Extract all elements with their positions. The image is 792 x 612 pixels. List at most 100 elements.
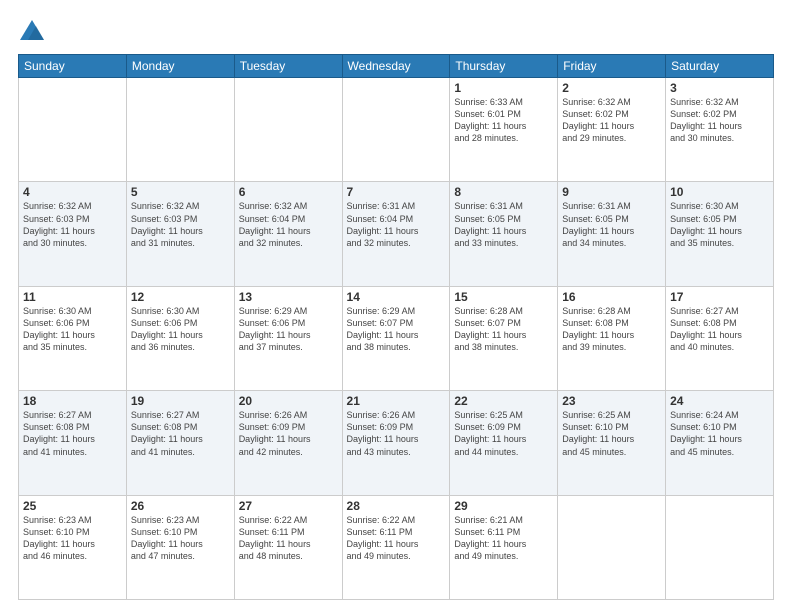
calendar-cell: 15Sunrise: 6:28 AM Sunset: 6:07 PM Dayli… (450, 286, 558, 390)
calendar-cell (126, 78, 234, 182)
calendar-cell (342, 78, 450, 182)
day-info: Sunrise: 6:31 AM Sunset: 6:05 PM Dayligh… (454, 200, 553, 249)
day-info: Sunrise: 6:32 AM Sunset: 6:04 PM Dayligh… (239, 200, 338, 249)
day-info: Sunrise: 6:27 AM Sunset: 6:08 PM Dayligh… (23, 409, 122, 458)
day-info: Sunrise: 6:32 AM Sunset: 6:02 PM Dayligh… (670, 96, 769, 145)
logo-icon (18, 18, 46, 46)
day-number: 8 (454, 185, 553, 199)
day-number: 17 (670, 290, 769, 304)
day-number: 23 (562, 394, 661, 408)
day-number: 21 (347, 394, 446, 408)
calendar-cell: 28Sunrise: 6:22 AM Sunset: 6:11 PM Dayli… (342, 495, 450, 599)
calendar-cell: 6Sunrise: 6:32 AM Sunset: 6:04 PM Daylig… (234, 182, 342, 286)
calendar-cell: 29Sunrise: 6:21 AM Sunset: 6:11 PM Dayli… (450, 495, 558, 599)
calendar-cell: 18Sunrise: 6:27 AM Sunset: 6:08 PM Dayli… (19, 391, 127, 495)
day-info: Sunrise: 6:28 AM Sunset: 6:08 PM Dayligh… (562, 305, 661, 354)
day-info: Sunrise: 6:28 AM Sunset: 6:07 PM Dayligh… (454, 305, 553, 354)
day-number: 9 (562, 185, 661, 199)
day-number: 12 (131, 290, 230, 304)
calendar-cell: 7Sunrise: 6:31 AM Sunset: 6:04 PM Daylig… (342, 182, 450, 286)
day-number: 6 (239, 185, 338, 199)
calendar-cell: 3Sunrise: 6:32 AM Sunset: 6:02 PM Daylig… (666, 78, 774, 182)
day-number: 20 (239, 394, 338, 408)
header (18, 18, 774, 46)
calendar-cell: 13Sunrise: 6:29 AM Sunset: 6:06 PM Dayli… (234, 286, 342, 390)
day-info: Sunrise: 6:26 AM Sunset: 6:09 PM Dayligh… (347, 409, 446, 458)
day-info: Sunrise: 6:30 AM Sunset: 6:05 PM Dayligh… (670, 200, 769, 249)
calendar-cell: 14Sunrise: 6:29 AM Sunset: 6:07 PM Dayli… (342, 286, 450, 390)
day-info: Sunrise: 6:30 AM Sunset: 6:06 PM Dayligh… (131, 305, 230, 354)
day-number: 4 (23, 185, 122, 199)
calendar-week-row: 1Sunrise: 6:33 AM Sunset: 6:01 PM Daylig… (19, 78, 774, 182)
calendar-cell: 10Sunrise: 6:30 AM Sunset: 6:05 PM Dayli… (666, 182, 774, 286)
day-number: 26 (131, 499, 230, 513)
calendar-cell: 16Sunrise: 6:28 AM Sunset: 6:08 PM Dayli… (558, 286, 666, 390)
calendar-cell: 27Sunrise: 6:22 AM Sunset: 6:11 PM Dayli… (234, 495, 342, 599)
day-number: 24 (670, 394, 769, 408)
day-info: Sunrise: 6:32 AM Sunset: 6:02 PM Dayligh… (562, 96, 661, 145)
header-row: SundayMondayTuesdayWednesdayThursdayFrid… (19, 55, 774, 78)
day-info: Sunrise: 6:32 AM Sunset: 6:03 PM Dayligh… (23, 200, 122, 249)
day-number: 27 (239, 499, 338, 513)
day-info: Sunrise: 6:29 AM Sunset: 6:06 PM Dayligh… (239, 305, 338, 354)
weekday-header: Saturday (666, 55, 774, 78)
page: SundayMondayTuesdayWednesdayThursdayFrid… (0, 0, 792, 612)
calendar-cell (558, 495, 666, 599)
weekday-header: Tuesday (234, 55, 342, 78)
calendar-cell (234, 78, 342, 182)
calendar-cell (666, 495, 774, 599)
day-info: Sunrise: 6:23 AM Sunset: 6:10 PM Dayligh… (131, 514, 230, 563)
day-number: 29 (454, 499, 553, 513)
day-number: 7 (347, 185, 446, 199)
day-info: Sunrise: 6:29 AM Sunset: 6:07 PM Dayligh… (347, 305, 446, 354)
day-number: 2 (562, 81, 661, 95)
calendar-cell: 20Sunrise: 6:26 AM Sunset: 6:09 PM Dayli… (234, 391, 342, 495)
calendar-cell: 1Sunrise: 6:33 AM Sunset: 6:01 PM Daylig… (450, 78, 558, 182)
calendar-week-row: 25Sunrise: 6:23 AM Sunset: 6:10 PM Dayli… (19, 495, 774, 599)
day-info: Sunrise: 6:32 AM Sunset: 6:03 PM Dayligh… (131, 200, 230, 249)
day-number: 28 (347, 499, 446, 513)
calendar-cell: 17Sunrise: 6:27 AM Sunset: 6:08 PM Dayli… (666, 286, 774, 390)
day-info: Sunrise: 6:25 AM Sunset: 6:09 PM Dayligh… (454, 409, 553, 458)
day-info: Sunrise: 6:27 AM Sunset: 6:08 PM Dayligh… (670, 305, 769, 354)
day-info: Sunrise: 6:27 AM Sunset: 6:08 PM Dayligh… (131, 409, 230, 458)
weekday-header: Wednesday (342, 55, 450, 78)
calendar-cell: 4Sunrise: 6:32 AM Sunset: 6:03 PM Daylig… (19, 182, 127, 286)
day-info: Sunrise: 6:21 AM Sunset: 6:11 PM Dayligh… (454, 514, 553, 563)
day-info: Sunrise: 6:26 AM Sunset: 6:09 PM Dayligh… (239, 409, 338, 458)
calendar-cell: 26Sunrise: 6:23 AM Sunset: 6:10 PM Dayli… (126, 495, 234, 599)
day-number: 10 (670, 185, 769, 199)
day-number: 11 (23, 290, 122, 304)
day-number: 22 (454, 394, 553, 408)
day-info: Sunrise: 6:22 AM Sunset: 6:11 PM Dayligh… (347, 514, 446, 563)
calendar-week-row: 11Sunrise: 6:30 AM Sunset: 6:06 PM Dayli… (19, 286, 774, 390)
day-number: 16 (562, 290, 661, 304)
day-info: Sunrise: 6:30 AM Sunset: 6:06 PM Dayligh… (23, 305, 122, 354)
day-number: 15 (454, 290, 553, 304)
calendar-cell: 24Sunrise: 6:24 AM Sunset: 6:10 PM Dayli… (666, 391, 774, 495)
day-info: Sunrise: 6:31 AM Sunset: 6:04 PM Dayligh… (347, 200, 446, 249)
weekday-header: Sunday (19, 55, 127, 78)
day-number: 3 (670, 81, 769, 95)
day-info: Sunrise: 6:24 AM Sunset: 6:10 PM Dayligh… (670, 409, 769, 458)
weekday-header: Monday (126, 55, 234, 78)
calendar-cell: 8Sunrise: 6:31 AM Sunset: 6:05 PM Daylig… (450, 182, 558, 286)
weekday-header: Friday (558, 55, 666, 78)
day-info: Sunrise: 6:31 AM Sunset: 6:05 PM Dayligh… (562, 200, 661, 249)
calendar: SundayMondayTuesdayWednesdayThursdayFrid… (18, 54, 774, 600)
calendar-cell: 5Sunrise: 6:32 AM Sunset: 6:03 PM Daylig… (126, 182, 234, 286)
day-number: 13 (239, 290, 338, 304)
day-info: Sunrise: 6:33 AM Sunset: 6:01 PM Dayligh… (454, 96, 553, 145)
calendar-cell: 22Sunrise: 6:25 AM Sunset: 6:09 PM Dayli… (450, 391, 558, 495)
day-number: 18 (23, 394, 122, 408)
day-info: Sunrise: 6:23 AM Sunset: 6:10 PM Dayligh… (23, 514, 122, 563)
calendar-cell: 25Sunrise: 6:23 AM Sunset: 6:10 PM Dayli… (19, 495, 127, 599)
calendar-cell: 23Sunrise: 6:25 AM Sunset: 6:10 PM Dayli… (558, 391, 666, 495)
day-number: 1 (454, 81, 553, 95)
calendar-cell: 21Sunrise: 6:26 AM Sunset: 6:09 PM Dayli… (342, 391, 450, 495)
logo (18, 18, 48, 46)
day-number: 5 (131, 185, 230, 199)
day-number: 25 (23, 499, 122, 513)
calendar-cell: 9Sunrise: 6:31 AM Sunset: 6:05 PM Daylig… (558, 182, 666, 286)
calendar-cell: 12Sunrise: 6:30 AM Sunset: 6:06 PM Dayli… (126, 286, 234, 390)
